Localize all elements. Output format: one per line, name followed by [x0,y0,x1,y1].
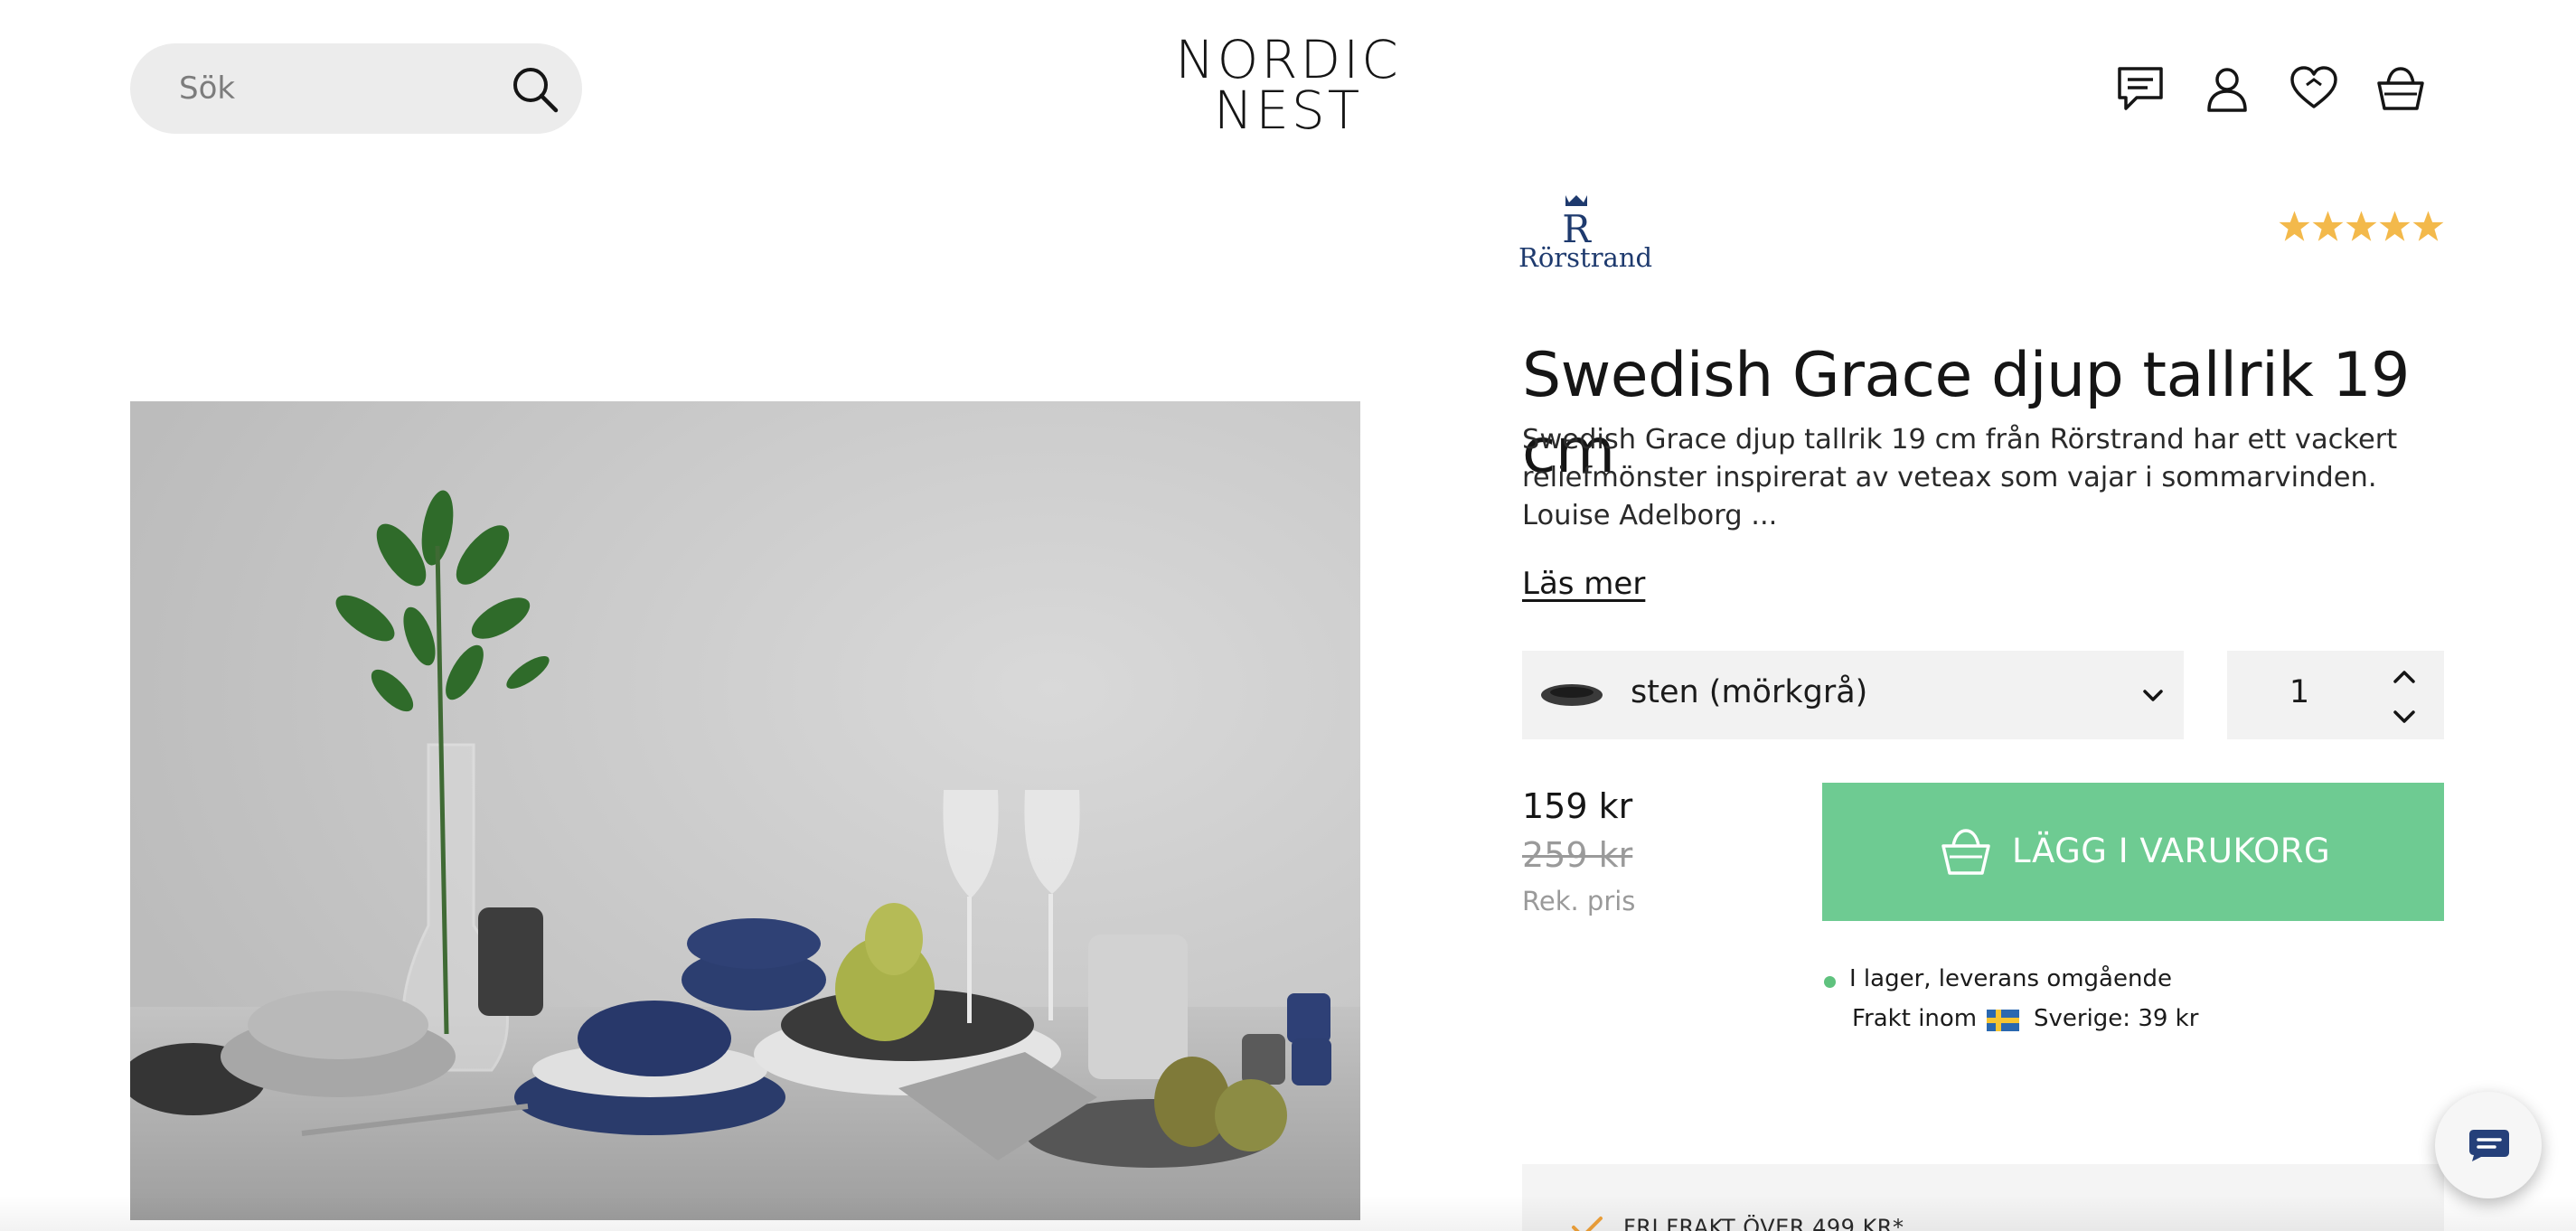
star-icon [2379,211,2411,241]
checkmark-icon [1572,1217,1603,1231]
add-to-cart-button[interactable]: LÄGG I VARUKORG [1822,783,2444,921]
tableware-photo [130,401,1360,1220]
account-icon[interactable] [2202,63,2252,114]
logo-line-1: NORDIC [1175,29,1401,90]
nordic-nest-logo[interactable]: NORDIC NEST [1166,29,1410,141]
stock-status-dot [1824,976,1836,988]
wishlist-heart-icon[interactable] [2289,63,2339,114]
quantity-value[interactable]: 1 [2227,674,2372,710]
logo-line-2: NEST [1213,80,1363,141]
star-icon [2312,211,2344,241]
chevron-down-icon[interactable] [2386,703,2422,730]
current-price: 159 kr [1522,786,1633,826]
variant-select[interactable]: sten (mörkgrå) [1522,651,2184,739]
search-icon[interactable] [511,65,559,114]
chat-widget-button[interactable] [2435,1092,2542,1198]
star-rating[interactable] [2278,210,2445,243]
add-to-cart-label: LÄGG I VARUKORG [2012,832,2331,870]
rorstrand-brand-logo[interactable]: R Rörstrand [1518,192,1653,273]
read-more-link[interactable]: Läs mer [1522,566,1645,602]
search-input[interactable] [179,70,504,107]
shipping-price: Sverige: 39 kr [2034,1005,2199,1032]
star-icon [2346,211,2377,241]
usp-box: FRI FRAKT ÖVER 499 KR* [1522,1164,2444,1231]
plate-thumbnail-icon [1541,684,1603,706]
star-icon [2279,211,2310,241]
shipping-label: Frakt inom [1852,1005,1978,1032]
chat-icon[interactable] [2115,63,2166,114]
chat-bubble-icon [2469,1130,2509,1161]
chevron-down-icon [2143,690,2163,701]
variant-label: sten (mörkgrå) [1631,674,1868,710]
product-image[interactable] [130,401,1360,1220]
cart-basket-icon[interactable] [2375,63,2426,114]
usp-free-shipping: FRI FRAKT ÖVER 499 KR* [1623,1215,1904,1231]
stock-status: I lager, leverans omgående [1849,965,2172,992]
original-price: 259 kr [1522,835,1633,875]
svg-text:R: R [1562,207,1592,246]
brand-name: Rörstrand [1518,242,1653,273]
site-header: NORDIC NEST [0,0,2576,177]
star-icon [2412,211,2444,241]
chevron-up-icon[interactable] [2386,663,2422,691]
quantity-stepper[interactable]: 1 [2227,651,2444,739]
crown-r-icon: R [1562,195,1592,246]
sweden-flag-icon [1987,1010,2019,1031]
price-note: Rek. pris [1522,886,1636,916]
cart-basket-icon [1941,829,1990,875]
product-description: Swedish Grace djup tallrik 19 cm från Rö… [1522,424,2398,531]
